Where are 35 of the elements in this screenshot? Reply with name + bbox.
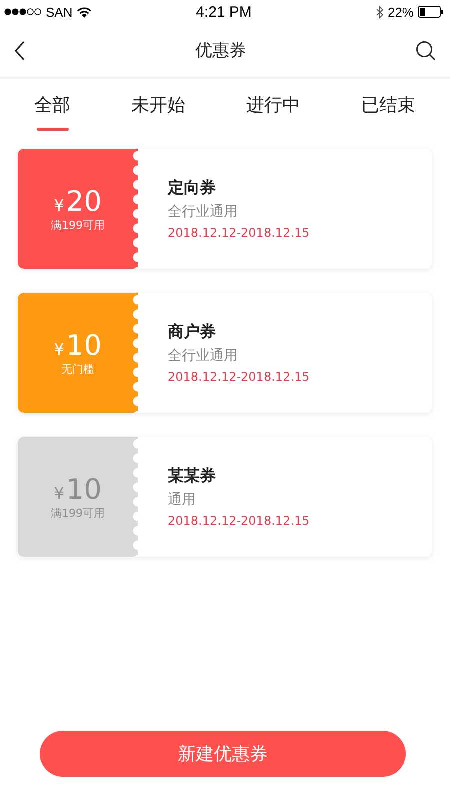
coupon-amount: 10 xyxy=(66,474,102,506)
coupon-amount: 10 xyxy=(66,330,102,362)
battery-percent: 22% xyxy=(388,4,414,20)
battery-icon xyxy=(418,6,444,18)
currency-sign: ¥ xyxy=(54,484,64,502)
filter-tab[interactable]: 进行中 xyxy=(240,83,306,131)
coupon-name: 商户券 xyxy=(168,322,217,343)
back-icon[interactable] xyxy=(14,40,26,60)
clock-time: 4:21 PM xyxy=(196,4,252,20)
coupon-name: 定向券 xyxy=(168,178,217,199)
filter-tab[interactable]: 已结束 xyxy=(356,83,422,131)
coupon-period: 2018.12.12-2018.12.15 xyxy=(168,226,310,240)
bluetooth-icon xyxy=(376,6,384,18)
coupon-amount: 20 xyxy=(66,186,102,218)
coupon-card[interactable]: ¥10 无门槛 商户券 全行业通用 2018.12.12-2018.12.15 xyxy=(18,293,432,413)
page-title: 优惠券 xyxy=(196,40,246,62)
filter-tab[interactable]: 未开始 xyxy=(126,83,192,131)
coupon-period: 2018.12.12-2018.12.15 xyxy=(168,370,310,384)
coupon-condition: 无门槛 xyxy=(62,362,94,376)
coupon-scope: 通用 xyxy=(168,491,197,509)
search-icon[interactable] xyxy=(416,40,436,60)
carrier-name: SAN xyxy=(46,4,73,20)
coupon-scope: 全行业通用 xyxy=(168,203,239,221)
coupon-condition: 满199可用 xyxy=(51,218,105,232)
coupon-card[interactable]: ¥20 满199可用 定向券 全行业通用 2018.12.12-2018.12.15 xyxy=(18,149,432,269)
signal-icon xyxy=(4,8,42,16)
coupon-condition: 满199可用 xyxy=(51,506,105,520)
wifi-icon xyxy=(76,6,92,18)
coupon-name: 某某券 xyxy=(168,466,217,487)
currency-sign: ¥ xyxy=(54,340,64,358)
coupon-card[interactable]: ¥10 满199可用 某某券 通用 2018.12.12-2018.12.15 xyxy=(18,437,432,557)
coupon-scope: 全行业通用 xyxy=(168,347,239,365)
coupon-period: 2018.12.12-2018.12.15 xyxy=(168,514,310,528)
filter-tab[interactable]: 全部 xyxy=(28,83,76,131)
currency-sign: ¥ xyxy=(54,196,64,214)
